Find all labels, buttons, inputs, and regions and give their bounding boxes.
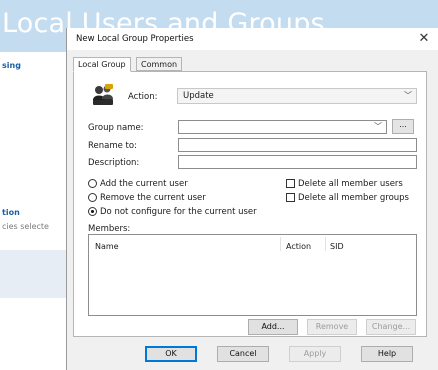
dialog-title: New Local Group Properties <box>76 34 194 44</box>
tab-local-group[interactable]: Local Group <box>73 57 131 72</box>
column-header-name[interactable]: Name <box>95 242 119 251</box>
users-group-icon <box>93 84 113 105</box>
checkbox-label: Delete all member users <box>298 179 403 189</box>
radio-label: Remove the current user <box>100 193 206 203</box>
radio-button[interactable] <box>88 193 97 202</box>
bg-sidebar-section <box>0 250 66 298</box>
group-name-combobox[interactable]: ﹀ <box>178 120 387 134</box>
cancel-button[interactable]: Cancel <box>217 346 269 362</box>
close-icon: ✕ <box>418 31 430 46</box>
radio-label: Add the current user <box>100 179 188 189</box>
checkbox[interactable] <box>286 179 295 188</box>
change-member-button[interactable]: Change... <box>366 319 416 335</box>
dialog-titlebar[interactable]: New Local Group Properties ✕ <box>67 28 438 50</box>
radio-remove-current-user[interactable]: Remove the current user <box>88 193 206 204</box>
radio-button-selected[interactable] <box>88 207 97 216</box>
ok-button[interactable]: OK <box>145 346 197 362</box>
bg-sidebar-heading: tion <box>2 208 20 217</box>
checkbox-label: Delete all member groups <box>298 193 409 203</box>
browse-group-button[interactable]: ... <box>392 119 414 134</box>
radio-button[interactable] <box>88 179 97 188</box>
members-list[interactable]: Name Action SID <box>88 234 417 316</box>
bg-sidebar-note: cies selecte <box>2 222 49 231</box>
local-group-panel: Action: Update ﹀ Group name: ﹀ ... Renam… <box>73 71 427 337</box>
tab-common[interactable]: Common <box>136 57 183 71</box>
column-header-action[interactable]: Action <box>286 242 311 251</box>
apply-button[interactable]: Apply <box>289 346 341 362</box>
help-button[interactable]: Help <box>361 346 413 362</box>
checkbox-delete-member-groups[interactable]: Delete all member groups <box>286 193 409 204</box>
members-label: Members: <box>88 224 131 234</box>
chevron-down-icon: ﹀ <box>374 122 382 131</box>
checkbox[interactable] <box>286 193 295 202</box>
new-local-group-properties-dialog: New Local Group Properties ✕ Local Group… <box>66 28 438 370</box>
column-header-sid[interactable]: SID <box>330 242 344 251</box>
remove-member-button[interactable]: Remove <box>307 319 357 335</box>
rename-to-field[interactable] <box>178 138 417 152</box>
action-selected-value: Update <box>183 91 214 101</box>
action-label: Action: <box>128 92 158 102</box>
radio-label: Do not configure for the current user <box>100 207 257 217</box>
column-separator <box>280 237 281 251</box>
checkbox-delete-member-users[interactable]: Delete all member users <box>286 179 403 190</box>
chevron-down-icon: ﹀ <box>404 91 412 100</box>
radio-add-current-user[interactable]: Add the current user <box>88 179 188 190</box>
rename-to-label: Rename to: <box>88 141 137 151</box>
bg-sidebar-item[interactable]: sing <box>2 61 21 70</box>
add-member-button[interactable]: Add... <box>248 319 298 335</box>
action-dropdown[interactable]: Update ﹀ <box>177 88 417 104</box>
description-field[interactable] <box>178 155 417 169</box>
column-separator <box>325 237 326 251</box>
radio-do-not-configure[interactable]: Do not configure for the current user <box>88 207 257 218</box>
description-label: Description: <box>88 158 140 168</box>
group-name-label: Group name: <box>88 123 144 133</box>
close-button[interactable]: ✕ <box>415 30 433 48</box>
